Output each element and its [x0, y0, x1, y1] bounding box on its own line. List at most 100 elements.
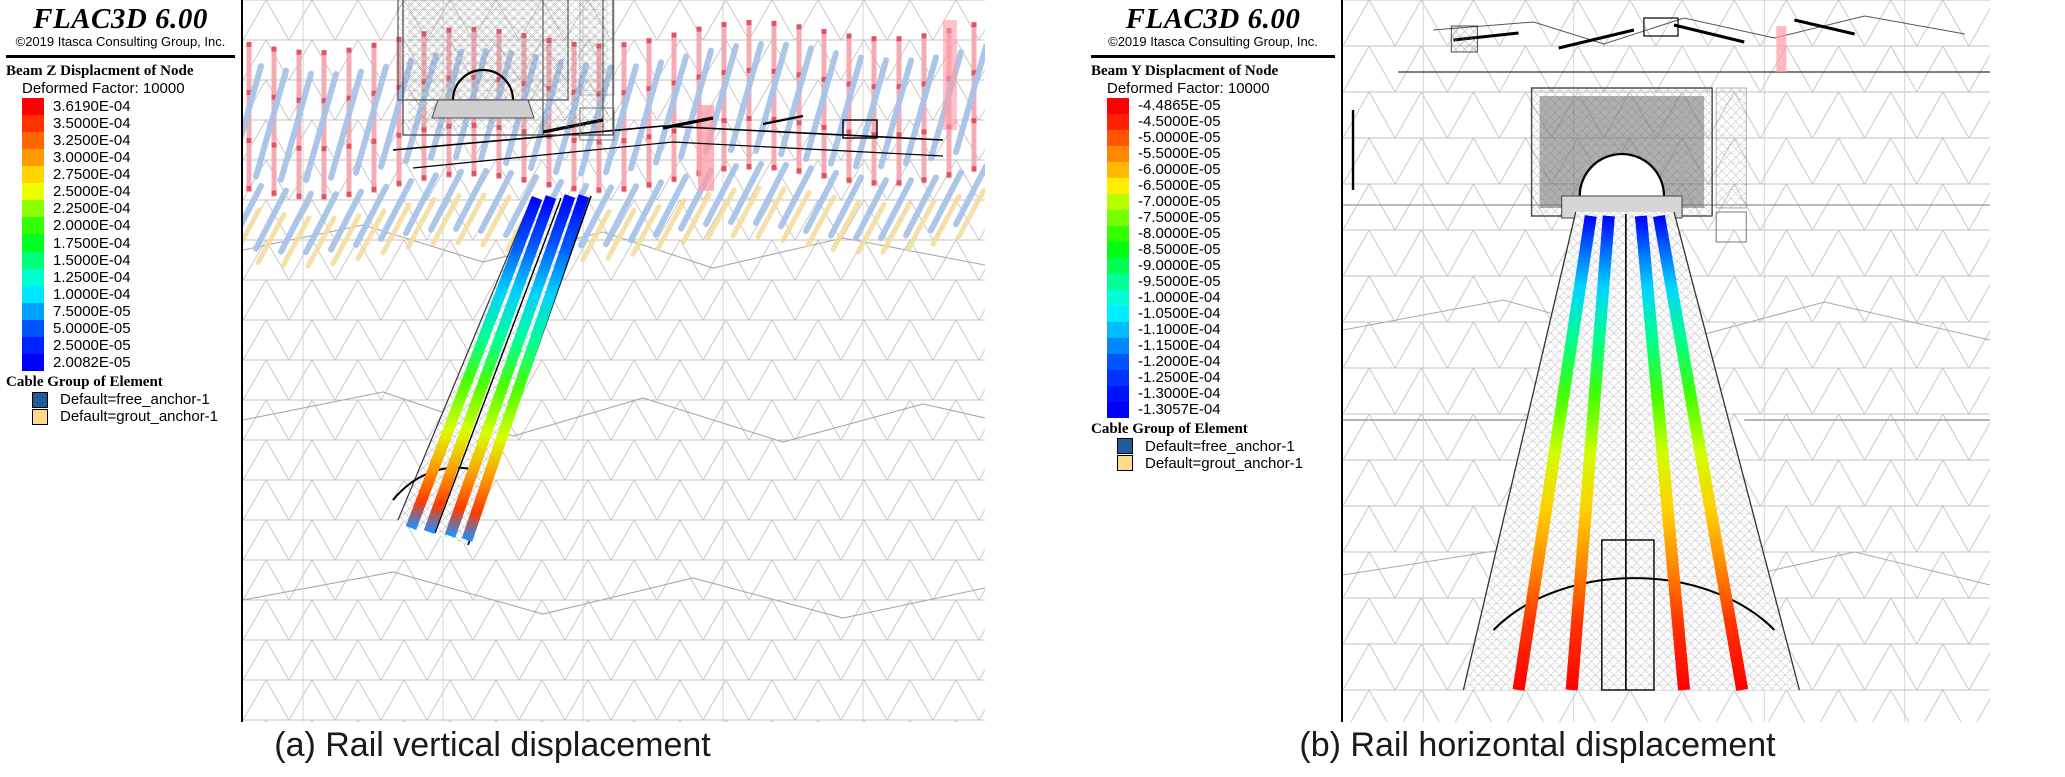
- colorbar-value-label: 2.0082E-05: [53, 354, 131, 372]
- colorbar-entry-a: 3.6190E-04: [0, 97, 241, 115]
- panel-b: FLAC3D 6.00 ©2019 Itasca Consulting Grou…: [1085, 0, 1990, 722]
- cable-group-swatch-icon: [32, 408, 48, 425]
- colorbar-swatch-icon: [22, 319, 44, 338]
- panel-a-cable-overlay: [392, 194, 592, 546]
- colorbar-swatch-icon: [22, 166, 44, 184]
- colorbar-value-label: 3.6190E-04: [53, 97, 131, 115]
- colorbar-value-label: -6.0000E-05: [1138, 161, 1221, 179]
- colorbar-swatch-icon: [1107, 305, 1129, 322]
- colorbar-entry-a: 2.5000E-04: [0, 183, 241, 201]
- colorbar-swatch-icon: [1107, 129, 1129, 146]
- deformed-factor-label: Deformed Factor: 10000: [22, 79, 185, 97]
- colorbar-entry-a: 3.2500E-04: [0, 131, 241, 150]
- colorbar-entry-b: -1.1500E-04: [1085, 337, 1341, 355]
- brand-copyright-b: ©2019 Itasca Consulting Group, Inc.: [1108, 34, 1318, 50]
- colorbar-value-label: 2.2500E-04: [53, 200, 131, 218]
- deformed-factor-label-b: Deformed Factor: 10000: [1107, 79, 1270, 97]
- colorbar-entry-b: -9.5000E-05: [1085, 273, 1341, 291]
- colorbar-swatch-icon: [22, 302, 44, 320]
- colorbar-value-label: -1.3000E-04: [1138, 385, 1221, 403]
- colorbar-entry-a: 7.5000E-05: [0, 302, 241, 320]
- colorbar-value-label: 7.5000E-05: [53, 302, 131, 320]
- colorbar-value-label: 3.2500E-04: [53, 131, 131, 149]
- colorbar-entry-a: 3.5000E-04: [0, 114, 241, 132]
- colorbar-value-label: 1.2500E-04: [53, 268, 131, 286]
- cable-group-label: Default=free_anchor-1: [60, 391, 210, 409]
- colorbar-swatch-icon: [1107, 145, 1129, 162]
- colorbar-swatch-icon: [22, 234, 44, 252]
- colorbar-value-label: -7.0000E-05: [1138, 193, 1221, 211]
- panel-b-scene: [1343, 0, 1990, 722]
- colorbar-value-label: 2.5000E-04: [53, 183, 131, 201]
- colorbar-swatch-icon: [1107, 257, 1129, 274]
- colorbar-entry-b: -7.0000E-05: [1085, 193, 1341, 211]
- colorbar-entry-b: -6.0000E-05: [1085, 161, 1341, 179]
- colorbar-entry-b: -6.5000E-05: [1085, 177, 1341, 194]
- colorbar-b: -4.4865E-05 -4.5000E-05 -5.0000E-05 -5.5000…: [1085, 97, 1341, 418]
- caption-a: (a) Rail vertical displacement: [274, 726, 711, 764]
- colorbar-entry-a: 2.0082E-05: [0, 354, 241, 372]
- colorbar-value-label: -1.2500E-04: [1138, 369, 1221, 387]
- cable-group-swatch-icon: [32, 391, 48, 408]
- colorbar-value-label: -9.5000E-05: [1138, 273, 1221, 291]
- colorbar-entry-b: -4.5000E-05: [1085, 113, 1341, 131]
- colorbar-swatch-icon: [22, 183, 44, 201]
- colorbar-entry-b: -1.2000E-04: [1085, 353, 1341, 371]
- colorbar-value-label: -5.0000E-05: [1138, 129, 1221, 147]
- colorbar-entry-a: 1.7500E-04: [0, 234, 241, 252]
- colorbar-entry-a: 5.0000E-05: [0, 319, 241, 338]
- colorbar-swatch-icon: [22, 217, 44, 235]
- colorbar-entry-b: -5.5000E-05: [1085, 145, 1341, 162]
- colorbar-entry-b: -4.4865E-05: [1085, 97, 1341, 115]
- colorbar-swatch-icon: [1107, 385, 1129, 402]
- cable-group-label: Default=grout_anchor-1: [60, 408, 219, 426]
- colorbar-entry-a: 1.2500E-04: [0, 268, 241, 286]
- colorbar-entry-b: -8.5000E-05: [1085, 241, 1341, 259]
- flac3d-brand: FLAC3D 6.00 ©2019 Itasca Consulting Grou…: [0, 0, 241, 50]
- colorbar-entry-a: 2.0000E-04: [0, 217, 241, 235]
- colorbar-value-label: 3.5000E-04: [53, 114, 131, 132]
- colorbar-entry-a: 1.5000E-04: [0, 251, 241, 269]
- colorbar-entry-a: 2.2500E-04: [0, 200, 241, 218]
- colorbar-value-label: 1.5000E-04: [53, 251, 131, 269]
- colorbar-swatch-icon: [1107, 241, 1129, 258]
- colorbar-entry-b: -1.3057E-04: [1085, 401, 1341, 418]
- colorbar-swatch-icon: [22, 251, 44, 269]
- colorbar-value-label: -1.0000E-04: [1138, 289, 1221, 307]
- panel-a-viewport[interactable]: [243, 0, 985, 722]
- colorbar-entry-b: -1.3000E-04: [1085, 385, 1341, 403]
- colorbar-entry-b: -8.0000E-05: [1085, 225, 1341, 242]
- colorbar-swatch-icon: [1107, 273, 1129, 290]
- colorbar-swatch-icon: [1107, 369, 1129, 386]
- cable-group-title: Cable Group of Element: [6, 374, 163, 391]
- colorbar-value-label: -1.1500E-04: [1138, 337, 1221, 355]
- colorbar-value-label: -1.2000E-04: [1138, 353, 1221, 371]
- colorbar-value-label: 2.0000E-04: [53, 217, 131, 235]
- cable-group-list-a: Default=free_anchor-1 Default=grout_ancho…: [0, 391, 241, 425]
- panel-b-viewport[interactable]: [1343, 0, 1990, 722]
- colorbar-swatch-icon: [22, 285, 44, 303]
- colorbar-value-label: -7.5000E-05: [1138, 209, 1221, 227]
- colorbar-a: 3.6190E-04 3.5000E-04 3.2500E-04 3.0000E-04…: [0, 97, 241, 372]
- colorbar-value-label: -1.0500E-04: [1138, 305, 1221, 323]
- colorbar-entry-b: -1.0500E-04: [1085, 305, 1341, 323]
- cable-group-title-b: Cable Group of Element: [1091, 420, 1248, 437]
- colorbar-swatch-icon: [1107, 97, 1129, 114]
- colorbar-swatch-icon: [22, 200, 44, 218]
- colorbar-swatch-icon: [1107, 337, 1129, 354]
- colorbar-value-label: 1.7500E-04: [53, 234, 131, 252]
- colorbar-entry-b: -1.1000E-04: [1085, 321, 1341, 338]
- colorbar-swatch-icon: [1107, 289, 1129, 306]
- colorbar-value-label: -4.5000E-05: [1138, 113, 1221, 131]
- colorbar-value-label: -8.5000E-05: [1138, 241, 1221, 259]
- panel-b-legend: FLAC3D 6.00 ©2019 Itasca Consulting Grou…: [1085, 0, 1343, 722]
- colorbar-value-label: -4.4865E-05: [1138, 97, 1221, 115]
- colorbar-entry-b: -1.0000E-04: [1085, 289, 1341, 307]
- legend-title: Beam Z Displacment of Node: [6, 62, 194, 79]
- colorbar-swatch-icon: [1107, 161, 1129, 178]
- colorbar-value-label: -9.0000E-05: [1138, 257, 1221, 275]
- colorbar-swatch-icon: [1107, 177, 1129, 194]
- panel-a: FLAC3D 6.00 ©2019 Itasca Consulting Grou…: [0, 0, 985, 722]
- colorbar-swatch-icon: [22, 149, 44, 167]
- cable-group-row-b: Default=free_anchor-1: [1085, 438, 1341, 455]
